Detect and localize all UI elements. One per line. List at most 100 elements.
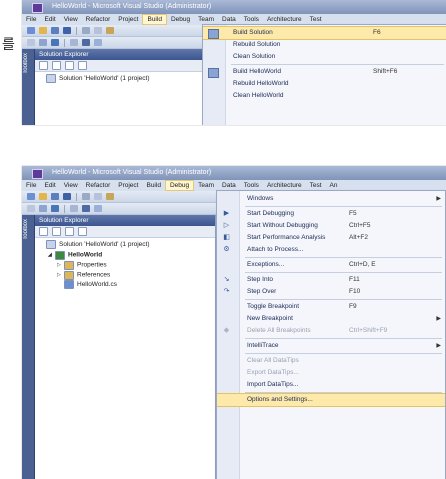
menu-file[interactable]: File	[22, 180, 40, 191]
menu-item-export-datatips[interactable]: Export DataTips...	[217, 367, 445, 379]
build-project-icon	[208, 68, 219, 78]
tree-item-properties[interactable]: ▷ Properties	[39, 260, 215, 270]
menu-item-label: Options and Settings...	[247, 396, 313, 403]
refresh-icon[interactable]	[64, 227, 74, 236]
uncomment-icon[interactable]	[38, 205, 47, 212]
copy-icon[interactable]	[93, 27, 102, 34]
menu-debug[interactable]: Debug	[167, 14, 194, 25]
bookmark-next-icon[interactable]	[93, 39, 102, 46]
menu-build[interactable]: Build	[142, 180, 164, 191]
new-project-icon[interactable]	[27, 193, 35, 200]
save-all-icon[interactable]	[62, 27, 71, 34]
bookmark-icon[interactable]	[81, 205, 90, 212]
copy-icon[interactable]	[93, 193, 102, 200]
menu-refactor[interactable]: Refactor	[82, 14, 115, 25]
menu-item-intellitrace[interactable]: IntelliTrace ▶	[217, 340, 445, 352]
tree-item-references[interactable]: ▷ References	[39, 270, 215, 280]
vs-build-menu-screenshot: HelloWorld - Microsoft Visual Studio (Ad…	[22, 0, 446, 125]
bookmark-icon[interactable]	[81, 39, 90, 46]
outdent-icon[interactable]	[69, 39, 78, 46]
toolbar-separator	[63, 39, 65, 47]
menu-refactor[interactable]: Refactor	[82, 180, 115, 191]
bookmark-next-icon[interactable]	[93, 205, 102, 212]
view-class-diagram-icon[interactable]	[77, 227, 87, 236]
expand-arrow-icon[interactable]: ▷	[57, 270, 64, 280]
properties-icon[interactable]	[39, 61, 48, 70]
new-project-icon[interactable]	[27, 27, 35, 34]
menu-view[interactable]: View	[60, 180, 82, 191]
menu-item-start-performance-analysis[interactable]: ◧ Start Performance Analysis Alt+F2	[217, 232, 445, 244]
save-icon[interactable]	[50, 27, 59, 34]
menu-item-rebuild-solution[interactable]: Rebuild Solution	[203, 39, 446, 51]
paste-icon[interactable]	[105, 193, 114, 200]
menu-debug[interactable]: Debug	[164, 180, 195, 191]
menu-item-step-over[interactable]: ↷ Step Over F10	[217, 286, 445, 298]
menu-item-label: Start Debugging	[247, 210, 294, 217]
tree-item-label: Solution 'HelloWorld' (1 project)	[59, 241, 150, 249]
tree-item-solution-helloworld-1-project[interactable]: Solution 'HelloWorld' (1 project)	[39, 74, 203, 84]
attach-icon: ⚙	[223, 246, 230, 253]
menu-item-toggle-breakpoint[interactable]: Toggle Breakpoint F9	[217, 301, 445, 313]
menu-item-new-breakpoint[interactable]: New Breakpoint ▶	[217, 313, 445, 325]
menu-project[interactable]: Project	[114, 180, 142, 191]
tree-item-solution-helloworld-1-project[interactable]: Solution 'HelloWorld' (1 project)	[39, 240, 215, 250]
expand-arrow-icon[interactable]: ◢	[48, 250, 55, 260]
menu-item-start-debugging[interactable]: ▶ Start Debugging F5	[217, 208, 445, 220]
menu-item-build-helloworld[interactable]: Build HelloWorld Shift+F6	[203, 66, 446, 78]
tree-item-helloworld[interactable]: ◢ HelloWorld	[39, 250, 215, 260]
cut-icon[interactable]	[81, 193, 90, 200]
refresh-icon[interactable]	[64, 61, 74, 70]
cut-icon[interactable]	[81, 27, 90, 34]
save-icon[interactable]	[50, 193, 59, 200]
menu-item-shortcut: Shift+F6	[373, 68, 398, 75]
tree-item-helloworld-cs[interactable]: HelloWorld.cs	[39, 280, 215, 290]
menu-item-label: IntelliTrace	[247, 342, 279, 349]
toolbox-side-tab[interactable]: Toolbox	[22, 215, 35, 479]
expand-arrow-icon[interactable]: ▷	[57, 260, 64, 270]
outdent-icon[interactable]	[69, 205, 78, 212]
menu-team[interactable]: Team	[194, 180, 218, 191]
comment-icon[interactable]	[27, 205, 35, 212]
indent-icon[interactable]	[50, 39, 59, 46]
indent-icon[interactable]	[50, 205, 59, 212]
menu-item-rebuild-helloworld[interactable]: Rebuild HelloWorld	[203, 78, 446, 90]
menu-build[interactable]: Build	[142, 14, 167, 25]
menu-item-label: Attach to Process...	[247, 246, 304, 253]
menu-item-attach-to-process[interactable]: ⚙ Attach to Process...	[217, 244, 445, 256]
menu-item-build-solution[interactable]: Build Solution F6	[203, 26, 446, 40]
solution-explorer-panel: Solution Explorer Solution 'HelloWorld' …	[35, 49, 204, 125]
open-file-icon[interactable]	[38, 193, 47, 200]
menu-edit[interactable]: Edit	[40, 180, 59, 191]
properties-icon[interactable]	[39, 227, 48, 236]
menu-item-step-into[interactable]: ↘ Step Into F11	[217, 274, 445, 286]
toolbox-side-tab[interactable]: Toolbox	[22, 49, 35, 125]
paste-icon[interactable]	[105, 27, 114, 34]
menu-item-windows[interactable]: Windows ▶	[217, 193, 445, 205]
toolbar-separator	[75, 27, 77, 35]
menu-item-delete-all-breakpoints[interactable]: ◆ Delete All Breakpoints Ctrl+Shift+F9	[217, 325, 445, 337]
show-all-files-icon[interactable]	[51, 227, 61, 236]
step-over-icon: ↷	[223, 288, 230, 295]
view-class-diagram-icon[interactable]	[77, 61, 87, 70]
menu-item-options-and-settings[interactable]: Options and Settings...	[217, 393, 445, 407]
tree-item-label: Properties	[77, 261, 107, 269]
save-all-icon[interactable]	[62, 193, 71, 200]
open-file-icon[interactable]	[38, 27, 47, 34]
submenu-arrow-icon: ▶	[436, 196, 441, 202]
menu-view[interactable]: View	[60, 14, 82, 25]
window-title: HelloWorld - Microsoft Visual Studio (Ad…	[52, 3, 212, 10]
uncomment-icon[interactable]	[38, 39, 47, 46]
menu-item-exceptions[interactable]: Exceptions... Ctrl+D, E	[217, 259, 445, 271]
menu-item-clear-all-datatips[interactable]: Clear All DataTips	[217, 355, 445, 367]
menu-file[interactable]: File	[22, 14, 40, 25]
performance-icon: ◧	[223, 234, 230, 241]
menu-item-clean-helloworld[interactable]: Clean HelloWorld	[203, 90, 446, 102]
menu-item-import-datatips[interactable]: Import DataTips...	[217, 379, 445, 391]
menu-project[interactable]: Project	[114, 14, 142, 25]
menu-edit[interactable]: Edit	[40, 14, 59, 25]
comment-icon[interactable]	[27, 39, 35, 46]
menu-item-start-without-debugging[interactable]: ▷ Start Without Debugging Ctrl+F5	[217, 220, 445, 232]
menu-item-clean-solution[interactable]: Clean Solution	[203, 51, 446, 63]
menu-item-label: Clean Solution	[233, 53, 276, 60]
show-all-files-icon[interactable]	[51, 61, 61, 70]
